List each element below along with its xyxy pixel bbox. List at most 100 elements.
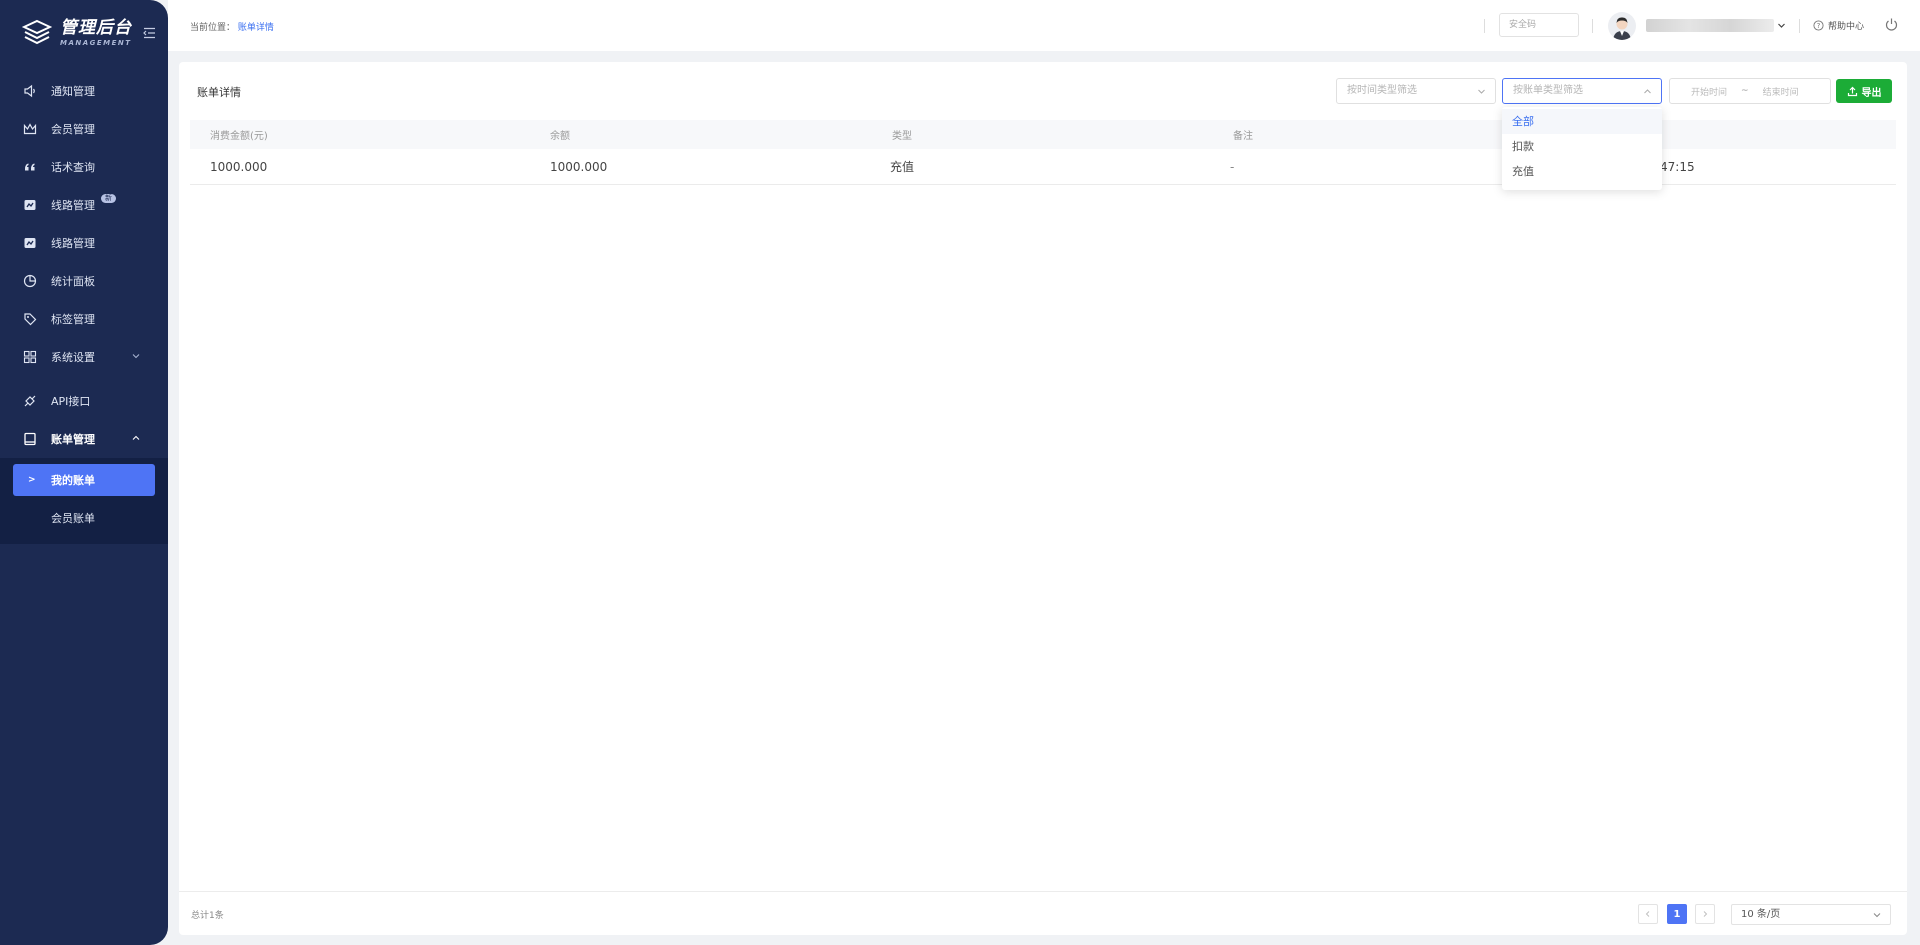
bill-type-filter-select[interactable]: 按账单类型筛选 [1502,78,1662,104]
sidebar-item-notice[interactable]: 通知管理 [0,72,168,110]
sidebar-item-settings[interactable]: 系统设置 [0,338,168,376]
col-note: 备注 [1233,131,1253,142]
start-date-input[interactable]: 开始时间 [1691,85,1727,98]
sidebar-item-members[interactable]: 会员管理 [0,110,168,148]
breadcrumb-current[interactable]: 账单详情 [238,23,274,33]
time-type-filter-placeholder: 按时间类型筛选 [1347,85,1417,96]
sidebar-item-tags[interactable]: 标签管理 [0,300,168,338]
breadcrumb-prefix: 当前位置： [190,23,236,33]
dropdown-option-debit[interactable]: 扣款 [1502,134,1662,159]
sidebar-item-label: 线路管理 [51,237,95,250]
page-1-button[interactable]: 1 [1667,904,1687,924]
sidebar-item-stats[interactable]: 统计面板 [0,262,168,300]
sidebar-item-label: 会员管理 [51,123,95,136]
col-amount: 消费金额(元) [210,131,268,142]
help-center-label: 帮助中心 [1828,22,1865,32]
sidebar-item-billing[interactable]: 账单管理 [0,420,168,458]
sidebar: 管理后台 MANAGEMENT 通知管理 会员管理 话术查询 线路管理 新 线路… [0,0,168,945]
page-size-value: 10 条/页 [1741,909,1781,920]
sidebar-subitem-my-bills[interactable]: > 我的账单 [13,464,155,496]
chevron-down-icon [1478,89,1485,94]
route-icon [24,200,36,210]
sidebar-item-label: 通知管理 [51,85,95,98]
collapse-menu-icon[interactable] [143,27,156,39]
sidebar-item-scripts[interactable]: 话术查询 [0,148,168,186]
chevron-down-icon [132,354,140,359]
book-icon [24,432,36,446]
sidebar-item-label: 线路管理 [51,199,95,212]
chevron-right-icon: > [28,475,36,485]
sidebar-menu: 通知管理 会员管理 话术查询 线路管理 新 线路管理 统计面板 标签管理 系统设… [0,72,168,544]
brand-subtitle: MANAGEMENT [60,38,132,47]
date-range-picker[interactable]: 开始时间 ~ 结束时间 [1669,78,1831,104]
brand-title: 管理后台 [60,17,132,38]
time-type-filter-select[interactable]: 按时间类型筛选 [1336,78,1496,104]
sidebar-item-label: 话术查询 [51,161,95,174]
top-bar: 当前位置： 账单详情 安全码 ? 帮助中心 [168,0,1920,51]
svg-text:?: ? [1817,22,1821,30]
upload-icon [1847,86,1857,96]
export-button[interactable]: 导出 [1836,79,1892,103]
bill-details-card: 账单详情 按时间类型筛选 按账单类型筛选 开始时间 ~ 结束时间 导出 消费金额… [179,62,1907,935]
pie-chart-icon [23,274,37,288]
route-icon [24,238,36,248]
footer-divider [179,891,1907,892]
sidebar-item-label: 账单管理 [51,433,95,446]
sidebar-item-label: 系统设置 [51,351,95,364]
tag-icon [24,313,37,326]
security-code-input[interactable]: 安全码 [1499,13,1579,37]
sidebar-item-label: 标签管理 [51,313,95,326]
card-title: 账单详情 [197,86,241,99]
avatar[interactable] [1608,12,1636,40]
new-badge: 新 [101,194,116,203]
chevron-up-icon [1644,89,1651,94]
divider [1799,19,1800,33]
dropdown-option-recharge[interactable]: 充值 [1502,159,1662,184]
sidebar-subitem-member-bills[interactable]: 会员账单 [13,502,155,534]
dropdown-option-all[interactable]: 全部 [1502,109,1662,134]
next-page-button[interactable] [1695,904,1715,924]
col-balance: 余额 [550,131,570,142]
chevron-right-icon [1703,911,1708,917]
speaker-icon [24,84,35,98]
sidebar-item-label: API接口 [51,395,91,408]
quote-icon [25,163,35,171]
stack-logo-icon [22,19,52,45]
export-label: 导出 [1861,87,1882,99]
crown-icon [23,123,37,135]
user-avatar-icon [1613,17,1631,40]
sidebar-subitem-label: 我的账单 [51,474,95,487]
sidebar-item-routes[interactable]: 线路管理 [0,224,168,262]
cell-time: 47:15 [1660,159,1695,174]
total-count: 总计1条 [191,911,224,921]
col-type: 类型 [892,131,912,142]
range-separator: ~ [1741,86,1749,96]
bill-type-dropdown: 全部 扣款 充值 [1502,107,1662,190]
billing-submenu: > 我的账单 会员账单 [0,458,168,544]
cell-balance: 1000.000 [550,159,608,174]
cell-type: 充值 [890,160,915,174]
chevron-down-icon [1873,913,1881,918]
end-date-input[interactable]: 结束时间 [1763,85,1799,98]
sidebar-item-routes-new[interactable]: 线路管理 新 [0,186,168,224]
sidebar-item-label: 统计面板 [51,275,95,288]
page-size-select[interactable]: 10 条/页 [1731,904,1891,925]
bill-type-filter-placeholder: 按账单类型筛选 [1513,85,1583,96]
sidebar-item-api[interactable]: API接口 [0,382,168,420]
plug-icon [24,395,36,407]
cell-amount: 1000.000 [210,159,268,174]
chevron-down-icon[interactable] [1777,21,1786,30]
username-redacted[interactable] [1646,19,1774,32]
power-icon[interactable] [1884,17,1899,32]
breadcrumb: 当前位置： 账单详情 [190,20,274,33]
help-center-link[interactable]: ? 帮助中心 [1813,19,1864,32]
divider [1484,19,1485,33]
chevron-left-icon [1645,911,1650,917]
sidebar-subitem-label: 会员账单 [51,512,95,525]
chevron-up-icon [132,435,140,440]
question-circle-icon: ? [1813,20,1824,31]
cell-note: - [1230,159,1235,174]
prev-page-button[interactable] [1638,904,1658,924]
logo: 管理后台 MANAGEMENT [0,0,168,66]
grid-icon [23,350,37,364]
